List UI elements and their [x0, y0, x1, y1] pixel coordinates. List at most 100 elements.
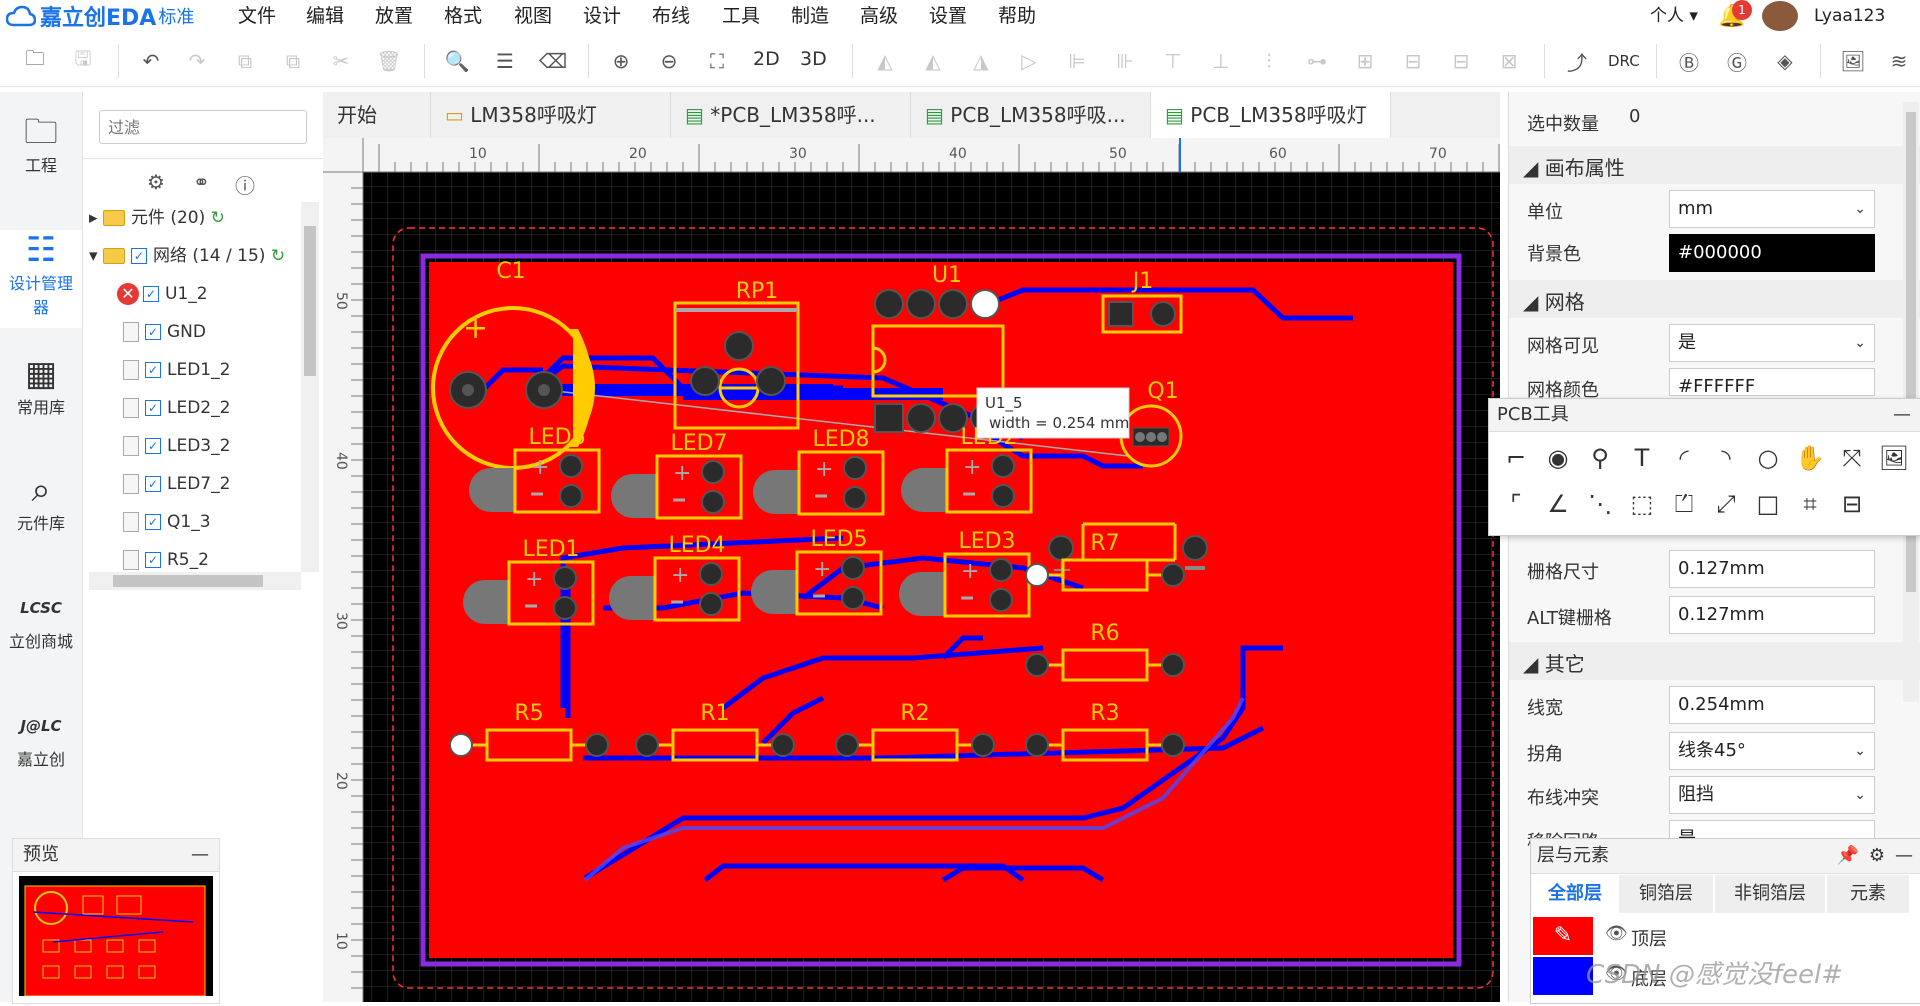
tree-folder-components[interactable]: ▸ 元件 (20) ↻ — [89, 204, 225, 232]
menu-file[interactable]: 文件 — [238, 0, 276, 32]
tab-non-copper-layers[interactable]: 非铜箔层 — [1715, 875, 1825, 913]
text-icon[interactable]: T — [1625, 441, 1659, 475]
board-thumbnail[interactable] — [13, 872, 215, 998]
route-track-icon[interactable]: ⌐ — [1499, 441, 1533, 475]
align-right-icon[interactable]: ⊪ — [1108, 46, 1142, 76]
arc2-icon[interactable]: ◝ — [1709, 441, 1743, 475]
tab-all-layers[interactable]: 全部层 — [1533, 875, 1617, 913]
align-top-icon[interactable]: ⊤ — [1156, 46, 1190, 76]
rectangle-icon[interactable]: □ — [1751, 487, 1785, 521]
align-icon[interactable]: ◭ — [916, 46, 950, 76]
canvas-origin-icon[interactable]: ⌗ — [1793, 487, 1827, 521]
tree-item[interactable]: ✓ LED2_2 — [123, 394, 230, 422]
align-center-icon[interactable]: ⫶ — [1252, 46, 1286, 76]
checkbox[interactable]: ✓ — [130, 248, 147, 264]
measure-icon[interactable]: ⋱ — [1583, 487, 1617, 521]
save-icon[interactable]: 🖫 — [66, 46, 100, 76]
view-3d-button[interactable]: 3D — [800, 48, 827, 70]
align-bottom-icon[interactable]: ⊥ — [1204, 46, 1238, 76]
sidebar-item-common-lib[interactable]: ▦ 常用库 — [0, 354, 82, 418]
sidebar-item-project[interactable]: 🗀 工程 — [0, 112, 82, 176]
view-2d-button[interactable]: 2D — [753, 48, 780, 70]
tree-item[interactable]: ✓ GND — [123, 318, 206, 346]
cut-icon[interactable]: ✂ — [324, 46, 358, 76]
distribute-icon[interactable]: ⊞ — [1348, 46, 1382, 76]
undo-icon[interactable]: ↶ — [134, 46, 168, 76]
grid-color-field[interactable]: #FFFFFF — [1669, 368, 1875, 396]
checkbox[interactable]: ✓ — [143, 286, 159, 302]
tree-item[interactable]: ✓ R5_2 — [123, 546, 209, 574]
tree-item[interactable]: ✓ LED3_2 — [123, 432, 230, 460]
net-filter-icon[interactable]: ⚭ — [193, 170, 210, 194]
pcb-drawing[interactable]: 10 20 30 40 50 60 70 50 40 30 20 10 + C1… — [323, 138, 1500, 1002]
layers-icon[interactable]: ≋ — [1882, 46, 1916, 76]
redo-icon[interactable]: ↷ — [180, 46, 214, 76]
minimize-icon[interactable]: — — [1895, 839, 1913, 873]
gear-icon[interactable]: ⚙ — [1869, 839, 1885, 873]
find-list-icon[interactable]: ☰ — [488, 46, 522, 76]
flip-h-icon[interactable]: ◮ — [964, 46, 998, 76]
menu-format[interactable]: 格式 — [444, 0, 482, 32]
personal-menu[interactable]: 个人 ▾ — [1650, 0, 1698, 32]
connect-pad-icon[interactable]: ⤧ — [1835, 441, 1869, 475]
error-filter-icon[interactable]: ⓘ — [235, 170, 255, 199]
angle-icon[interactable]: ∠ — [1541, 487, 1575, 521]
pin-icon[interactable]: 📌 — [1836, 839, 1858, 873]
checkbox[interactable]: ✓ — [145, 552, 161, 568]
distribute-h-icon[interactable]: ⊟ — [1444, 46, 1478, 76]
sidebar-item-lcsc[interactable]: LCSC 立创商城 — [0, 588, 82, 652]
refresh-icon[interactable]: ↻ — [211, 208, 225, 228]
tab-pcb-2[interactable]: ▤ PCB_LM358呼吸... — [911, 92, 1151, 138]
menu-route[interactable]: 布线 — [652, 0, 690, 32]
vertical-scrollbar[interactable] — [301, 202, 319, 572]
layer-color-top[interactable]: ✎ — [1533, 917, 1593, 955]
tree-item[interactable]: ✓ Q1_3 — [123, 508, 211, 536]
tree-item[interactable]: ✕ ✓ U1_2 — [117, 280, 208, 308]
via-icon[interactable]: ◉ — [1541, 441, 1575, 475]
refresh-icon[interactable]: ↻ — [271, 246, 285, 266]
gerber-icon[interactable]: Ⓖ — [1720, 46, 1754, 76]
grid-align-icon[interactable]: ⊠ — [1492, 46, 1526, 76]
menu-place[interactable]: 放置 — [375, 0, 413, 32]
align-left-icon[interactable]: ⊫ — [1060, 46, 1094, 76]
bg-color-field[interactable]: #000000 — [1669, 234, 1875, 272]
checkbox[interactable]: ✓ — [145, 400, 161, 416]
menu-view[interactable]: 视图 — [514, 0, 552, 32]
cross-probe-icon[interactable]: ⤴ — [1560, 46, 1594, 76]
tab-elements[interactable]: 元素 — [1827, 875, 1909, 913]
checkbox[interactable]: ✓ — [145, 476, 161, 492]
menu-fabricate[interactable]: 制造 — [791, 0, 829, 32]
dimension-icon[interactable]: ⌜ — [1499, 487, 1533, 521]
layer-name-top[interactable]: 顶层 — [1631, 925, 1667, 951]
menu-design[interactable]: 设计 — [583, 0, 621, 32]
minimize-icon[interactable]: — — [1893, 399, 1911, 431]
tab-pcb-modified[interactable]: ▤ *PCB_LM358呼... — [671, 92, 911, 138]
grid-visible-select[interactable]: 是 ⌄ — [1669, 324, 1875, 362]
other-section[interactable]: ◢ 其它 — [1523, 648, 1585, 677]
circle-icon[interactable]: ○ — [1751, 441, 1785, 475]
corner-select[interactable]: 线条45° ⌄ — [1669, 732, 1875, 770]
copy-icon[interactable]: ⧉ — [228, 46, 262, 76]
tab-pcb-active[interactable]: ▤ PCB_LM358呼吸灯 — [1151, 92, 1391, 138]
checkbox[interactable]: ✓ — [145, 438, 161, 454]
canvas-props-section[interactable]: ◢ 画布属性 — [1523, 152, 1625, 181]
arc-icon[interactable]: ◜ — [1667, 441, 1701, 475]
solid-region-icon[interactable]: ⏍ — [1667, 487, 1701, 521]
flip-v-icon[interactable]: ▷ — [1012, 46, 1046, 76]
checkbox[interactable]: ✓ — [145, 362, 161, 378]
drc-button[interactable]: DRC — [1608, 52, 1640, 70]
delete-icon[interactable]: 🗑 — [372, 46, 406, 76]
checkbox[interactable]: ✓ — [145, 514, 161, 530]
menu-settings[interactable]: 设置 — [929, 0, 967, 32]
component-filter-icon[interactable]: ⚙ — [147, 170, 165, 194]
distribute-v-icon[interactable]: ⊟ — [1396, 46, 1430, 76]
menu-tools[interactable]: 工具 — [722, 0, 760, 32]
fit-view-icon[interactable]: ⛶ — [700, 46, 734, 76]
minimize-icon[interactable]: — — [191, 839, 209, 871]
tab-schematic[interactable]: ▭ LM358呼吸灯 — [431, 92, 671, 138]
sidebar-item-component-lib[interactable]: ⌕ 元件库 — [0, 470, 82, 534]
alt-grid-input[interactable]: 0.127mm — [1669, 596, 1875, 634]
eraser-icon[interactable]: ⌫ — [536, 46, 570, 76]
ratsnest-icon[interactable]: ⤢ — [1709, 487, 1743, 521]
align-middle-icon[interactable]: ⊶ — [1300, 46, 1334, 76]
